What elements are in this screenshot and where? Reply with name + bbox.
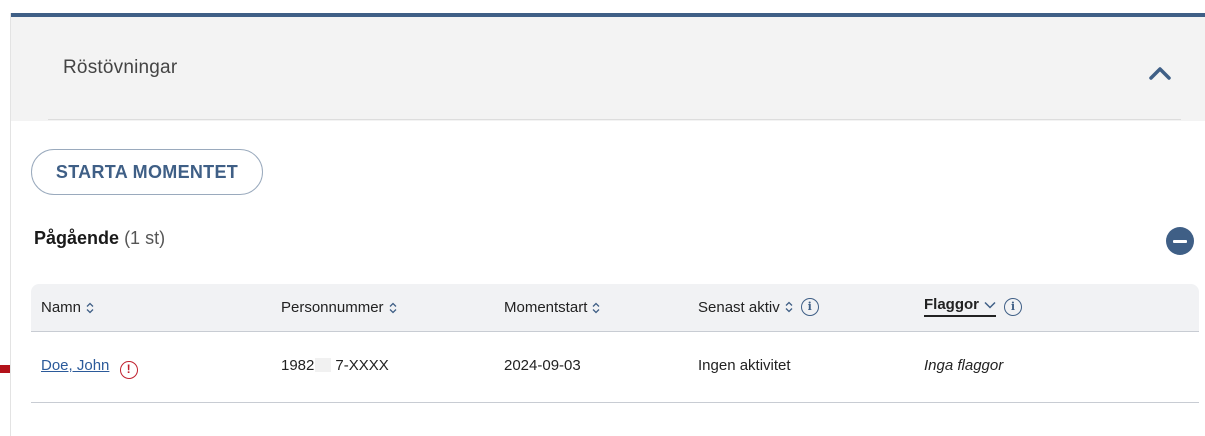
column-header-namn[interactable]: Namn (41, 299, 94, 316)
header-divider (48, 119, 1181, 120)
personnummer-suffix: 7-XXXX (335, 357, 389, 374)
cell-name: Doe, John ! (41, 357, 138, 379)
page: Röstövningar STARTA MOMENTET Pågående (1… (0, 0, 1205, 436)
column-label: Flaggor (924, 296, 979, 313)
column-label: Senast aktiv (698, 298, 780, 316)
table-header: Namn Personnummer Momentstart Senast akt… (31, 284, 1199, 332)
cell-personnummer: 1982 7-XXXX (281, 357, 389, 374)
collapse-section-minus-icon[interactable] (1166, 227, 1194, 255)
chevron-up-icon (1149, 67, 1171, 80)
info-icon[interactable]: i (1004, 297, 1022, 316)
column-header-momentstart[interactable]: Momentstart (504, 299, 600, 316)
card-header[interactable]: Röstövningar (11, 17, 1205, 121)
section-count: (1 st) (124, 228, 166, 248)
warning-icon[interactable]: ! (119, 361, 138, 379)
chevron-down-icon (984, 301, 996, 309)
sort-icon (592, 302, 600, 313)
cell-flaggor: Inga flaggor (924, 357, 1004, 374)
sort-icon (86, 302, 94, 313)
redaction-mask (315, 358, 332, 372)
sort-icon (785, 301, 793, 313)
exercise-card: Röstövningar STARTA MOMENTET Pågående (1… (10, 13, 1205, 436)
table-row: Doe, John ! 1982 7-XXXX 2024-09-03 Ingen … (31, 332, 1199, 403)
card-title: Röstövningar (63, 57, 178, 78)
person-name-link[interactable]: Doe, John (41, 357, 109, 374)
cell-senast-aktiv: Ingen aktivitet (698, 357, 791, 374)
column-label: Personnummer (281, 299, 384, 316)
column-label: Namn (41, 299, 82, 316)
flaggor-sort-label[interactable]: Flaggor (924, 296, 996, 317)
cell-momentstart: 2024-09-03 (504, 357, 581, 374)
info-icon[interactable]: i (800, 298, 819, 316)
start-moment-button[interactable]: STARTA MOMENTET (31, 149, 263, 195)
section-title: Pågående (34, 228, 120, 248)
column-header-personnummer[interactable]: Personnummer (281, 299, 397, 316)
column-header-flaggor[interactable]: Flaggor i (924, 296, 1022, 317)
personnummer-prefix: 1982 (281, 357, 315, 374)
collapse-button[interactable] (1144, 57, 1176, 89)
column-header-senast-aktiv[interactable]: Senast aktiv i (698, 298, 819, 316)
sort-icon (389, 302, 397, 313)
section-heading: Pågående (1 st) (34, 228, 165, 249)
column-label: Momentstart (504, 299, 588, 316)
